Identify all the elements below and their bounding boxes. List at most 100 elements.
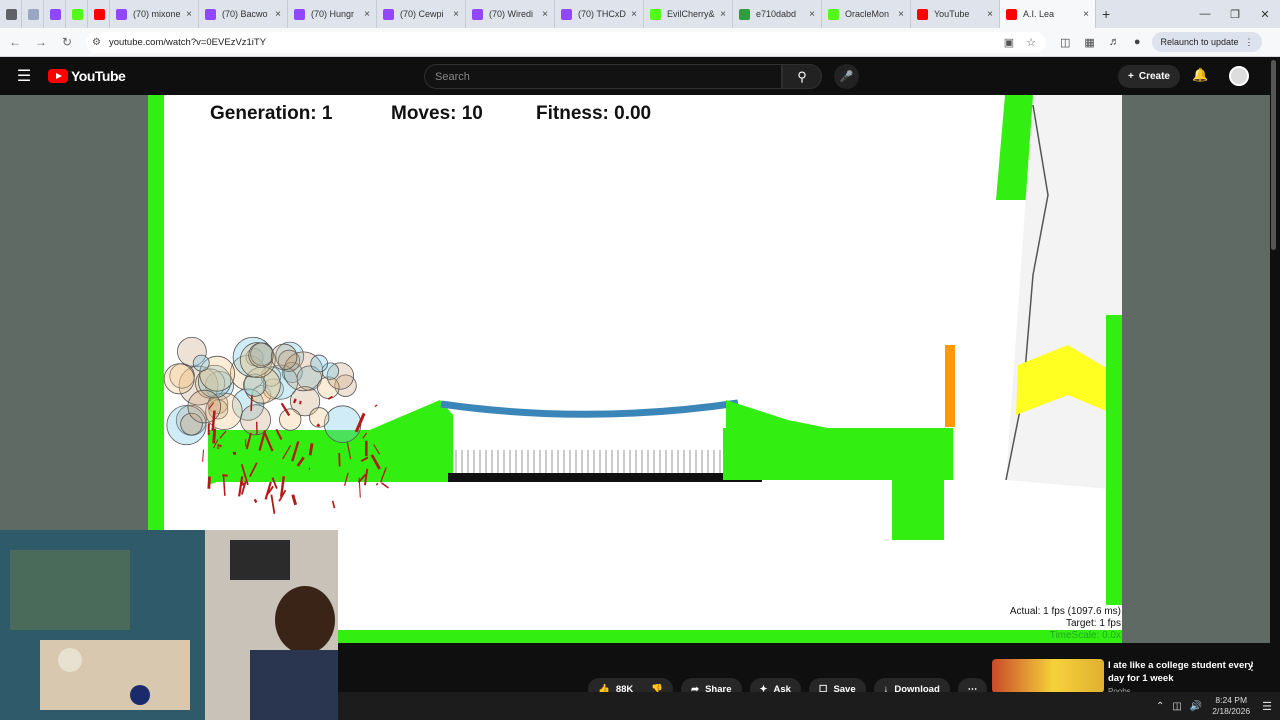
tab-favicon-icon [116, 8, 127, 20]
notifications-bell-icon[interactable]: 🔔 [1192, 67, 1208, 83]
creature [279, 408, 302, 431]
address-bar: ← → ↻ ⚙ youtube.com/watch?v=0EVEzVz1iTY … [0, 28, 1280, 57]
tab-search-icon[interactable]: ▦ [1084, 36, 1094, 49]
browser-tab[interactable] [44, 0, 66, 28]
tab-favicon-icon [50, 8, 61, 20]
close-tab-icon[interactable]: × [275, 9, 281, 20]
tab-favicon-icon [294, 8, 305, 20]
plus-icon: + [1128, 71, 1134, 82]
fitness-label: Fitness: 0.00 [536, 103, 652, 124]
system-taskbar: ⌃ ◫ 🔊 8:24 PM 2/18/2026 ☰ [338, 692, 1280, 720]
blood-streak [316, 423, 321, 428]
forward-icon[interactable]: → [30, 35, 52, 49]
webcam-feed [0, 530, 338, 720]
close-window-icon[interactable]: ✕ [1250, 8, 1280, 21]
close-tab-icon[interactable]: × [186, 9, 192, 20]
more-vert-icon[interactable]: ⋮ [1246, 659, 1258, 673]
media-controls-icon[interactable]: ♬ [1109, 36, 1120, 48]
volume-icon[interactable]: 🔊 [1190, 701, 1202, 712]
notifications-icon[interactable]: ☰ [1262, 700, 1272, 713]
clock[interactable]: 8:24 PM 2/18/2026 [1212, 695, 1250, 717]
blood-streak [308, 443, 314, 456]
close-tab-icon[interactable]: × [453, 9, 459, 20]
browser-tab[interactable] [22, 0, 44, 28]
menu-icon[interactable]: ☰ [0, 66, 48, 86]
browser-tab[interactable]: OracleMon × [822, 0, 911, 28]
tab-favicon-icon [1006, 8, 1017, 20]
close-tab-icon[interactable]: × [809, 9, 815, 20]
profile-icon[interactable]: ● [1134, 36, 1141, 48]
system-tray: ⌃ ◫ 🔊 [1156, 701, 1202, 712]
creature [240, 404, 272, 436]
site-info-icon[interactable]: ⚙ [92, 37, 101, 48]
tab-favicon-icon [917, 8, 928, 20]
right-wall [1106, 315, 1122, 605]
browser-tab[interactable] [0, 0, 22, 28]
relaunch-button[interactable]: Relaunch to update ⋮ [1152, 32, 1262, 52]
url-text: youtube.com/watch?v=0EVEzVz1iTY [108, 36, 267, 48]
suggested-title[interactable]: I ate like a college student every day f… [1108, 659, 1258, 685]
blood-streak [331, 500, 336, 509]
browser-tab[interactable]: (70) Cewpi × [377, 0, 466, 28]
voice-search-button[interactable]: 🎤 [834, 64, 859, 89]
close-tab-icon[interactable]: × [364, 9, 370, 20]
tab-favicon-icon [739, 8, 750, 20]
maximize-icon[interactable]: ❐ [1220, 8, 1250, 21]
url-field[interactable]: ⚙ youtube.com/watch?v=0EVEzVz1iTY ▣ ☆ [86, 31, 1046, 53]
tab-title: YouTube [934, 9, 970, 19]
browser-tab[interactable] [66, 0, 88, 28]
bridge-beam [440, 399, 739, 418]
tab-favicon-icon [650, 8, 661, 20]
more-vert-icon[interactable]: ⋮ [1245, 37, 1254, 48]
page-scrollbar[interactable] [1271, 60, 1276, 250]
search-placeholder: Search [435, 70, 470, 83]
reload-icon[interactable]: ↻ [56, 35, 78, 49]
blood-streak [253, 498, 258, 504]
right-ground [723, 428, 953, 480]
minimize-icon[interactable]: — [1190, 8, 1220, 20]
browser-tab[interactable]: YouTube × [911, 0, 1000, 28]
close-tab-icon[interactable]: × [631, 9, 637, 20]
creature [270, 343, 298, 371]
tab-favicon-icon [828, 8, 839, 20]
browser-tab[interactable]: (70) Bacwo × [199, 0, 288, 28]
close-tab-icon[interactable]: × [987, 9, 993, 20]
clock-date: 2/18/2026 [1212, 706, 1251, 716]
install-app-icon[interactable]: ▣ [1004, 36, 1014, 49]
browser-tab[interactable]: EvilCherry& × [644, 0, 733, 28]
blood-streak [270, 494, 276, 514]
left-wall [148, 95, 164, 530]
search-input[interactable]: Search [424, 64, 782, 89]
blood-streak [207, 476, 211, 489]
browser-tab[interactable]: (70) THCxD × [555, 0, 644, 28]
tab-title: EvilCherry& [667, 9, 715, 19]
create-button[interactable]: + Create [1118, 65, 1180, 88]
network-icon[interactable]: ◫ [1172, 701, 1181, 712]
browser-tab[interactable]: (70) Wiredi × [466, 0, 555, 28]
suggested-thumbnail[interactable] [992, 659, 1104, 693]
avatar[interactable] [1229, 66, 1249, 86]
search-button[interactable]: ⚲ [782, 64, 822, 89]
browser-tab[interactable]: e710dabd × [733, 0, 822, 28]
close-tab-icon[interactable]: × [720, 9, 726, 20]
close-tab-icon[interactable]: × [1083, 9, 1089, 20]
close-tab-icon[interactable]: × [542, 9, 548, 20]
browser-tab[interactable] [88, 0, 110, 28]
pit-floor [448, 473, 762, 482]
youtube-header: ☰ YouTube Search ⚲ 🎤 + Create 🔔 [0, 57, 1280, 95]
bookmark-star-icon[interactable]: ☆ [1026, 36, 1036, 49]
browser-tab[interactable]: (70) mixone × [110, 0, 199, 28]
new-tab-button[interactable]: + [1096, 0, 1116, 28]
browser-tab[interactable]: A.I. Lea × [1000, 0, 1096, 28]
creature-swarm [163, 336, 362, 446]
tab-favicon-icon [6, 8, 17, 20]
blood-streak [202, 449, 205, 462]
back-icon[interactable]: ← [4, 35, 26, 49]
browser-tab[interactable]: (70) Hungr × [288, 0, 377, 28]
extensions-icon[interactable]: ◫ [1060, 36, 1070, 49]
chevron-up-icon[interactable]: ⌃ [1156, 701, 1164, 712]
youtube-logo[interactable]: YouTube [48, 68, 126, 84]
close-tab-icon[interactable]: × [898, 9, 904, 20]
fps-target: Target: 1 fps [1065, 618, 1121, 629]
tab-favicon-icon [28, 8, 39, 20]
